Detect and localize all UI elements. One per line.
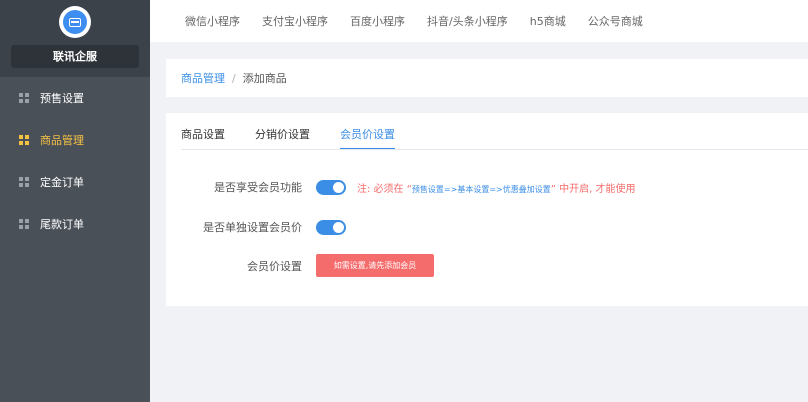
sidebar-item-presale-settings[interactable]: 预售设置 (0, 77, 150, 119)
note-prefix: 注: 必须在 “ (357, 183, 412, 195)
platform-tab-alipay[interactable]: 支付宝小程序 (262, 13, 328, 29)
member-price-label: 会员价设置 (247, 259, 302, 273)
sidebar-item-balance-orders[interactable]: 尾款订单 (0, 203, 150, 245)
breadcrumb-current: 添加商品 (242, 72, 287, 85)
grid-icon (19, 177, 29, 187)
breadcrumb-separator: / (232, 71, 236, 85)
tab-distribution-price[interactable]: 分销价设置 (255, 123, 310, 150)
grid-icon (19, 93, 29, 103)
tab-member-price[interactable]: 会员价设置 (340, 123, 395, 150)
breadcrumb: 商品管理 / 添加商品 (166, 59, 808, 97)
sidebar-item-label: 商品管理 (40, 134, 84, 147)
platform-tab-baidu[interactable]: 百度小程序 (350, 13, 405, 29)
main-content: 商品设置 分销价设置 会员价设置 是否享受会员功能 注: 必须在 “预售设置=>… (166, 113, 808, 369)
separate-price-label: 是否单独设置会员价 (203, 221, 302, 234)
platform-tab-h5[interactable]: h5商城 (530, 13, 566, 29)
platform-tab-official-account[interactable]: 公众号商城 (588, 13, 643, 29)
member-feature-label: 是否享受会员功能 (214, 181, 302, 194)
sidebar-nav: 预售设置 商品管理 定金订单 尾款订单 (0, 77, 150, 245)
sidebar: 联讯企服 预售设置 商品管理 定金订单 尾款订单 (0, 0, 150, 402)
platform-tab-douyin[interactable]: 抖音/头条小程序 (427, 13, 508, 29)
note-suffix: ” 中开启, 才能使用 (550, 183, 636, 195)
add-member-first-button[interactable]: 如需设置,请先添加会员 (316, 254, 434, 277)
sidebar-item-label: 尾款订单 (40, 218, 84, 231)
sidebar-item-deposit-orders[interactable]: 定金订单 (0, 161, 150, 203)
member-feature-note: 注: 必须在 “预售设置=>基本设置=>优惠叠加设置” 中开启, 才能使用 (357, 180, 635, 195)
member-feature-toggle[interactable] (316, 179, 346, 195)
tab-divider (181, 149, 808, 150)
separate-price-toggle[interactable] (316, 219, 346, 235)
separate-price-row: 是否单独设置会员价 (166, 219, 808, 235)
grid-icon (19, 135, 29, 145)
tab-product-settings[interactable]: 商品设置 (181, 123, 225, 150)
brand-name: 联讯企服 (11, 45, 139, 68)
logo-icon (59, 6, 91, 38)
member-feature-row: 是否享受会员功能 注: 必须在 “预售设置=>基本设置=>优惠叠加设置” 中开启… (166, 179, 808, 195)
platform-tab-wechat[interactable]: 微信小程序 (185, 13, 240, 29)
sidebar-header: 联讯企服 (0, 0, 150, 77)
platform-tabs: 微信小程序 支付宝小程序 百度小程序 抖音/头条小程序 h5商城 公众号商城 (150, 0, 808, 42)
note-settings-path: 预售设置=>基本设置=>优惠叠加设置 (411, 184, 551, 194)
breadcrumb-parent-link[interactable]: 商品管理 (181, 70, 225, 86)
sidebar-item-label: 预售设置 (40, 92, 84, 105)
form-card: 商品设置 分销价设置 会员价设置 是否享受会员功能 注: 必须在 “预售设置=>… (166, 113, 808, 306)
member-price-row: 会员价设置 如需设置,请先添加会员 (166, 254, 808, 277)
settings-tabs: 商品设置 分销价设置 会员价设置 (181, 123, 425, 150)
sidebar-item-label: 定金订单 (40, 176, 84, 189)
grid-icon (19, 219, 29, 229)
sidebar-item-product-management[interactable]: 商品管理 (0, 119, 150, 161)
